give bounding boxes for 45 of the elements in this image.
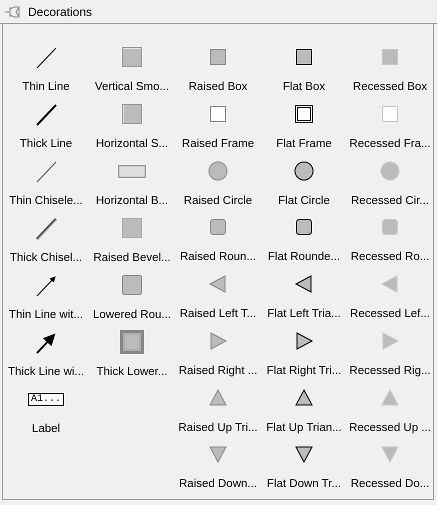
- item-label: Lowered Rou...: [93, 308, 171, 322]
- item-label: Flat Left Tria...: [267, 307, 341, 321]
- item-label: Recessed Box: [352, 80, 428, 94]
- item-label: Thin Line: [22, 80, 70, 94]
- item-label: Raised Bevel...: [93, 251, 171, 265]
- item-label: Flat Box: [282, 80, 326, 94]
- item-label: Thin Line wit...: [8, 308, 84, 322]
- item-label: Raised Down...: [179, 477, 257, 492]
- pin-icon[interactable]: [4, 4, 22, 18]
- item-label: Raised Box: [188, 80, 248, 94]
- item-label: Horizontal B...: [96, 194, 168, 208]
- item-label: Recessed Fra...: [349, 136, 431, 151]
- item-label: Recessed Cir...: [351, 194, 429, 208]
- item-label: Flat Rounde...: [268, 250, 340, 264]
- chiseled-line-icon[interactable]: [34, 216, 58, 240]
- thick-line-icon[interactable]: [34, 102, 58, 126]
- item-label: Recessed Do...: [350, 477, 430, 492]
- item-label: Flat Frame: [276, 136, 332, 151]
- item-label: Flat Circle: [278, 194, 330, 208]
- item-label: Thick Lower...: [96, 365, 168, 379]
- item-label: Thick Line wi...: [8, 365, 84, 379]
- chiseled-line-icon[interactable]: [34, 159, 58, 183]
- item-label: Recessed Ro...: [350, 250, 430, 264]
- item-label: Raised Roun...: [180, 250, 256, 264]
- item-label: Raised Right ...: [178, 364, 258, 378]
- item-label: Label: [32, 422, 60, 436]
- item-label: Raised Circle: [184, 194, 252, 208]
- item-label: Flat Right Tri...: [266, 364, 342, 378]
- item-label: Flat Up Trian...: [266, 420, 342, 434]
- panel-title: Decorations: [28, 4, 92, 18]
- item-label: Horizontal S...: [96, 137, 168, 151]
- item-label: Raised Frame: [182, 136, 254, 151]
- item-label: Thick Line: [20, 137, 72, 151]
- item-label: Vertical Smo...: [94, 80, 170, 94]
- item-label: Thick Chisel...: [10, 251, 82, 265]
- item-label: Recessed Lef...: [350, 307, 430, 321]
- item-label: Thin Chisele...: [9, 194, 83, 208]
- item-label: Recessed Rig...: [349, 364, 431, 378]
- thin-line-icon[interactable]: [34, 45, 58, 69]
- circle-icon[interactable]: [292, 158, 316, 182]
- item-label: Raised Left T...: [180, 307, 256, 321]
- label-sample: A1...: [28, 392, 64, 406]
- item-label: Recessed Up ...: [349, 420, 431, 434]
- item-label: Raised Up Tri...: [178, 420, 258, 434]
- item-label: Flat Down Tr...: [266, 477, 342, 492]
